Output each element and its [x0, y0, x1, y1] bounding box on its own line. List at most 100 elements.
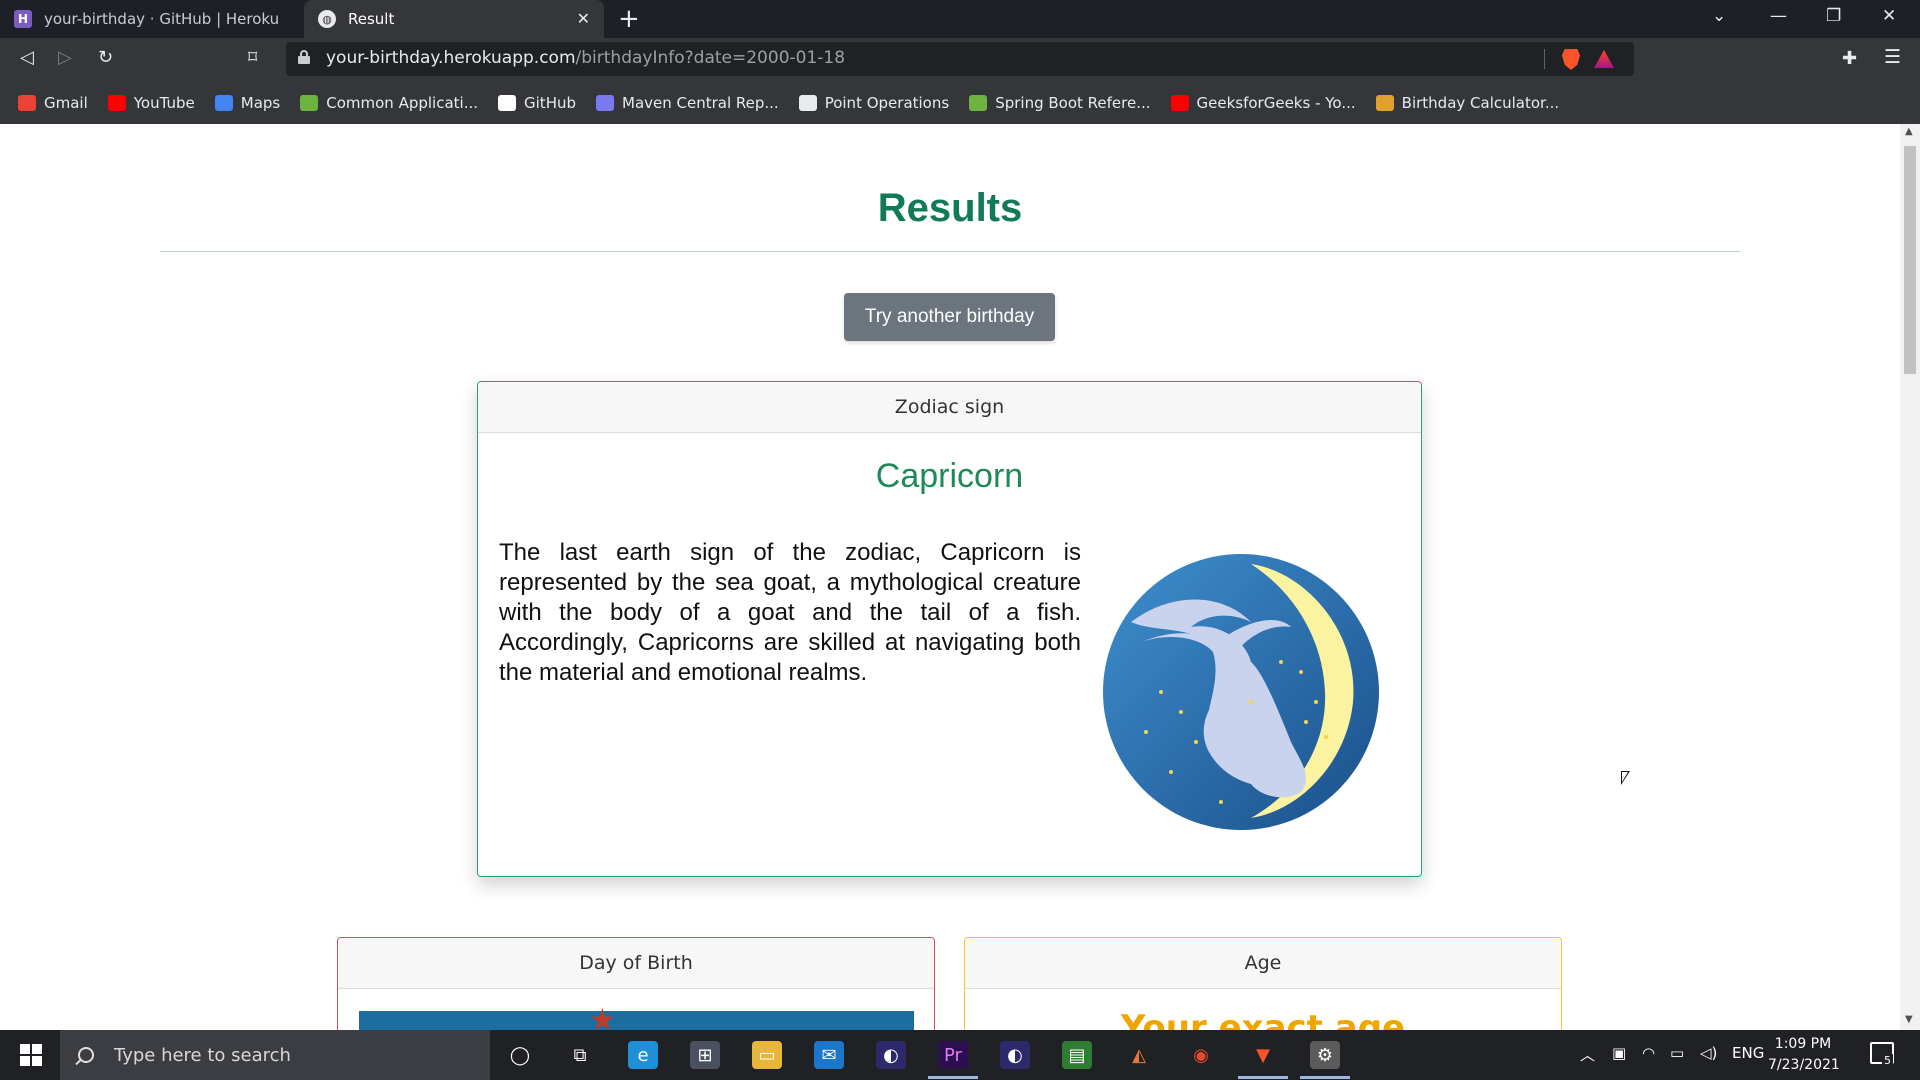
- bookmark-item[interactable]: Maven Central Rep...: [596, 94, 779, 112]
- leaf-icon: [300, 95, 319, 111]
- zodiac-card-header: Zodiac sign: [478, 382, 1421, 433]
- mouse-cursor: [1621, 771, 1630, 785]
- close-window-button[interactable]: ✕: [1882, 6, 1896, 26]
- scroll-down-icon[interactable]: ▼: [1905, 1014, 1913, 1025]
- bookmarks-bar: Gmail YouTube Maps Common Applicati... GitHu…: [0, 82, 1920, 124]
- spring-icon: [969, 95, 988, 111]
- tab-title: your-birthday · GitHub | Heroku: [44, 10, 280, 28]
- task-view-icon[interactable]: ⧉: [565, 1041, 595, 1069]
- close-tab-icon[interactable]: ✕: [577, 9, 590, 28]
- maven-icon: [596, 95, 614, 111]
- age-card-header: Age: [965, 938, 1561, 989]
- page-scrollbar[interactable]: ▲ ▼: [1900, 124, 1920, 1030]
- tab-strip: H your-birthday · GitHub | Heroku ◍ Resu…: [0, 0, 1920, 38]
- brave-rewards-icon[interactable]: [1594, 50, 1614, 68]
- reload-button[interactable]: ↻: [98, 47, 113, 68]
- tab-result[interactable]: ◍ Result ✕: [304, 0, 604, 38]
- gmail-icon: [18, 95, 36, 111]
- bookmark-item[interactable]: GitHub: [498, 94, 576, 112]
- file-explorer-icon[interactable]: ▭: [752, 1041, 782, 1069]
- edge-icon[interactable]: e: [628, 1041, 658, 1069]
- day-card-header: Day of Birth: [338, 938, 934, 989]
- document-icon: [798, 95, 817, 111]
- bookmark-item[interactable]: Maps: [214, 94, 280, 112]
- bookmark-item[interactable]: YouTube: [107, 94, 195, 112]
- browser-toolbar: ◁ ▷ ↻ ⌑ your-birthday.herokuapp.com/birt…: [0, 38, 1920, 82]
- zodiac-card: Zodiac sign Capricorn The last earth sig…: [477, 381, 1422, 877]
- new-tab-button[interactable]: +: [618, 4, 640, 34]
- try-another-birthday-button[interactable]: Try another birthday: [844, 293, 1055, 341]
- bookmark-label: Common Applicati...: [326, 94, 479, 112]
- page-title: Results: [877, 186, 1023, 230]
- page-viewport: Results Try another birthday Zodiac sign…: [0, 124, 1900, 1030]
- scroll-up-icon[interactable]: ▲: [1905, 126, 1913, 137]
- bookmark-item[interactable]: Birthday Calculator...: [1375, 94, 1560, 112]
- lock-icon: [298, 50, 310, 64]
- title-divider: [160, 251, 1740, 252]
- clock[interactable]: 1:09 PM 7/23/2021: [1768, 1034, 1840, 1076]
- store-icon[interactable]: ⊞: [690, 1041, 720, 1069]
- matlab-icon[interactable]: ◭: [1124, 1041, 1154, 1069]
- mail-icon[interactable]: ✉: [814, 1041, 844, 1069]
- bookmark-item[interactable]: GeeksforGeeks - Yo...: [1170, 94, 1356, 112]
- premiere-pro-icon[interactable]: Pr: [928, 1041, 978, 1079]
- tab-title: Result: [348, 10, 395, 28]
- calculator-icon: [1375, 95, 1394, 111]
- spreadsheet-icon[interactable]: ▤: [1062, 1041, 1092, 1069]
- menu-icon[interactable]: ☰: [1884, 46, 1901, 68]
- restore-button[interactable]: ❐: [1826, 6, 1841, 26]
- tab-search-icon[interactable]: ⌄: [1712, 6, 1726, 26]
- brave-shields-icon[interactable]: [1562, 49, 1580, 70]
- windows-start-button[interactable]: [20, 1044, 42, 1066]
- volume-icon[interactable]: ◁): [1700, 1044, 1717, 1062]
- zodiac-sign-name: Capricorn: [875, 457, 1024, 495]
- clock-date: 7/23/2021: [1768, 1057, 1840, 1073]
- eclipse-icon[interactable]: ◐: [876, 1041, 906, 1069]
- extensions-icon[interactable]: ✚: [1842, 48, 1857, 69]
- brave-icon[interactable]: ▼: [1238, 1041, 1288, 1079]
- battery-icon[interactable]: ▭: [1670, 1044, 1684, 1062]
- tab-heroku[interactable]: H your-birthday · GitHub | Heroku: [0, 0, 302, 38]
- age-heading: Your exact age: [1120, 1008, 1406, 1030]
- day-banner-image: ★: [359, 1003, 914, 1030]
- meet-now-icon[interactable]: ▣: [1612, 1044, 1626, 1062]
- clock-time: 1:09 PM: [1774, 1036, 1832, 1052]
- bookmark-label: Birthday Calculator...: [1401, 94, 1560, 112]
- bookmark-label: Maven Central Rep...: [622, 94, 779, 112]
- bookmark-label: Point Operations: [824, 94, 950, 112]
- bookmark-label: GitHub: [524, 94, 576, 112]
- wifi-icon[interactable]: ◠: [1642, 1044, 1655, 1062]
- zodiac-description: The last earth sign of the zodiac, Capri…: [499, 539, 1081, 686]
- settings-gear-icon[interactable]: ⚙: [1300, 1041, 1350, 1079]
- age-card: Age Your exact age: [964, 937, 1562, 1030]
- scroll-thumb[interactable]: [1904, 146, 1916, 374]
- windows-taskbar: Type here to search ◯ ⧉ e ⊞ ▭ ✉ ◐ Pr ◐ ▤…: [0, 1030, 1920, 1080]
- cortana-icon[interactable]: ◯: [505, 1041, 535, 1069]
- omnibox-divider: [1544, 49, 1545, 69]
- chevron-up-icon[interactable]: ︿: [1580, 1044, 1595, 1065]
- language-indicator[interactable]: ENG: [1732, 1044, 1764, 1062]
- bookmark-icon[interactable]: ⌑: [248, 47, 257, 68]
- notification-count: 5: [1882, 1054, 1893, 1067]
- globe-icon: ◍: [318, 10, 336, 28]
- eclipse-icon[interactable]: ◐: [1000, 1041, 1030, 1069]
- back-button[interactable]: ◁: [20, 47, 34, 68]
- search-placeholder: Type here to search: [114, 1044, 291, 1066]
- url-text[interactable]: your-birthday.herokuapp.com/birthdayInfo…: [326, 48, 845, 68]
- maps-icon: [214, 95, 233, 111]
- youtube-icon: [1170, 95, 1189, 111]
- bookmark-label: Spring Boot Refere...: [995, 94, 1151, 112]
- day-of-birth-card: Day of Birth ★: [337, 937, 935, 1030]
- bookmark-item[interactable]: Point Operations: [798, 94, 950, 112]
- bookmark-item[interactable]: Spring Boot Refere...: [969, 94, 1151, 112]
- youtube-icon: [107, 95, 126, 111]
- minimize-button[interactable]: —: [1770, 6, 1787, 26]
- bookmark-item[interactable]: Common Applicati...: [300, 94, 478, 112]
- capricorn-goat-icon: [1103, 554, 1379, 830]
- address-bar[interactable]: your-birthday.herokuapp.com/birthdayInfo…: [286, 42, 1634, 76]
- heroku-icon: H: [14, 10, 32, 28]
- taskbar-search-box[interactable]: Type here to search: [60, 1030, 490, 1080]
- record-icon[interactable]: ◉: [1186, 1041, 1216, 1069]
- bookmark-item[interactable]: Gmail: [18, 94, 88, 112]
- forward-button[interactable]: ▷: [58, 47, 72, 68]
